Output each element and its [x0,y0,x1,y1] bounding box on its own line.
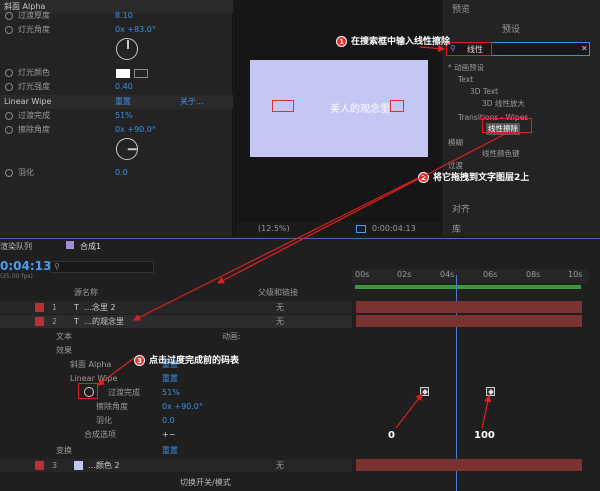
annotation-arrows [97,44,506,429]
arrow-kf0 [395,393,423,429]
arrow-kf100 [481,394,492,429]
arrow-1 [419,44,446,53]
arrow-3 [97,357,135,386]
arrow-2 [132,177,419,321]
arrow-drag [216,133,506,284]
